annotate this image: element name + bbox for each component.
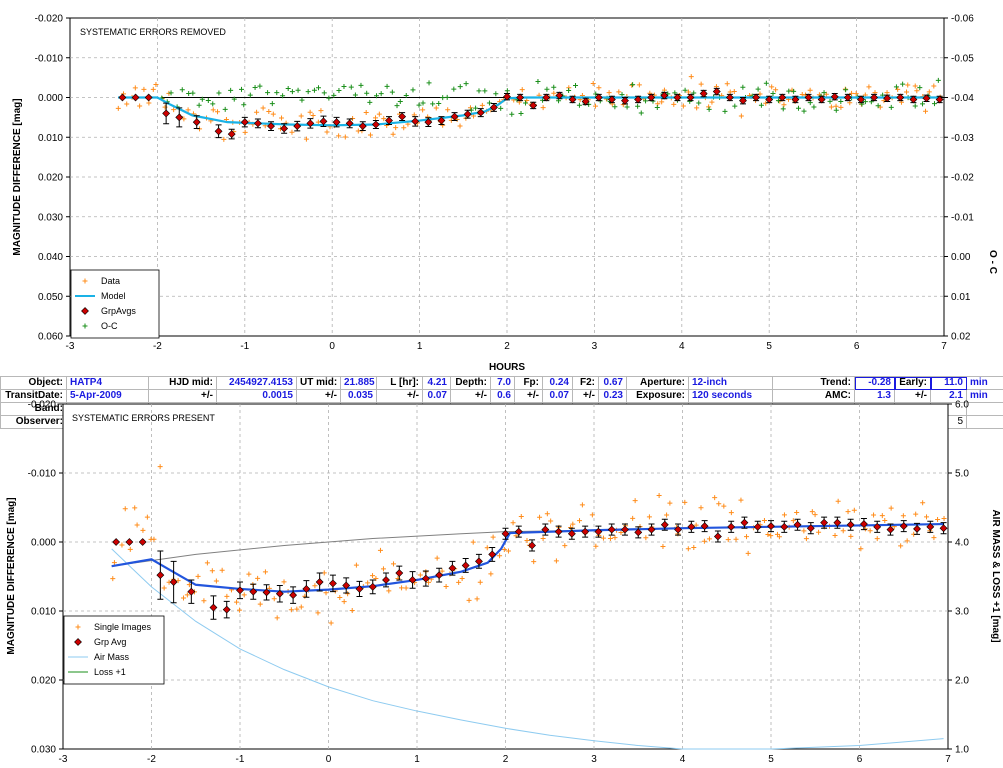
legend-label: Data [101,276,120,286]
x-tick-label: 2 [503,754,509,765]
y-tick-label: 0.010 [31,607,56,618]
y2-axis-label: O - C [987,250,998,274]
y2-tick-label: -0.02 [951,173,974,184]
x-tick-label: -2 [153,341,162,352]
chart-systematic-removed: -3 -2 -1 0 1 2 3 4 5 6 7 -0.020 -0.010 0.000 0.010 0.02… [12,14,998,374]
y2-tick-label: 5.0 [955,469,969,480]
y2-tick-label: 0.00 [951,252,971,263]
legend-label: O-C [101,321,118,331]
x-tick-label: 5 [766,341,772,352]
y2-tick-label: -0.01 [951,212,974,223]
y-tick-label: 0.010 [38,133,63,144]
y-tick-label: 0.000 [38,93,63,104]
x-tick-label: 3 [591,754,597,765]
x-tick-label: 2 [504,341,510,352]
y-tick-label: 0.020 [31,676,56,687]
y2-tick-label: -0.06 [951,14,974,25]
x-tick-label: 6 [854,341,860,352]
legend-label: Air Mass [94,652,130,662]
x-tick-label: 4 [680,754,686,765]
y2-tick-label: 2.0 [955,676,969,687]
y2-tick-label: -0.03 [951,133,974,144]
legend: Single Images Grp Avg Air Mass Loss +1 [63,615,165,685]
x-tick-label: -2 [147,754,156,765]
x-tick-label: 5 [768,754,774,765]
y2-tick-label: 3.0 [955,607,969,618]
x-tick-label: 6 [857,754,863,765]
chart-systematic-present: -3 -2 -1 0 1 2 3 4 5 6 7 -0.020 -0.010 0.000 0.010 0.02… [6,400,1001,766]
chart-subtitle: SYSTEMATIC ERRORS PRESENT [72,413,215,423]
y-tick-label: -0.010 [28,469,57,480]
legend-label: Model [101,291,126,301]
y2-tick-label: -0.04 [951,93,974,104]
legend: Data Model GrpAvgs O-C [70,269,160,339]
x-tick-label: 1 [417,341,423,352]
y2-tick-label: 0.02 [951,332,971,343]
x-tick-label: 3 [592,341,598,352]
y2-axis-label: AIR MASS & LOSS +1 [mag] [990,509,1001,642]
y-axis-label: MAGNITUDE DIFFERENCE [mag] [12,98,23,255]
legend-label: Loss +1 [94,667,126,677]
y2-tick-label: 0.01 [951,292,971,303]
chart-subtitle: SYSTEMATIC ERRORS REMOVED [80,27,226,37]
y-tick-label: 0.050 [38,292,63,303]
x-tick-label: -3 [59,754,68,765]
y-tick-label: -0.020 [28,400,57,411]
y2-tick-label: 4.0 [955,538,969,549]
y-tick-label: 0.040 [38,252,63,263]
x-tick-label: -1 [236,754,245,765]
x-tick-label: 7 [941,341,947,352]
y-tick-label: -0.010 [35,53,64,64]
y-axis-label: MAGNITUDE DIFFERENCE [mag] [6,497,17,654]
y2-tick-label: 6.0 [955,400,969,411]
legend-label: Grp Avg [94,637,126,647]
y-tick-label: 0.030 [31,745,56,756]
grid [69,17,945,337]
legend-label: Single Images [94,622,152,632]
y2-tick-label: 1.0 [955,745,969,756]
x-tick-label: 0 [326,754,332,765]
x-tick-label: -1 [240,341,249,352]
y2-tick-label: -0.05 [951,53,974,64]
x-tick-label: 0 [329,341,335,352]
x-tick-label: 4 [679,341,685,352]
y-tick-label: 0.030 [38,212,63,223]
y-tick-label: -0.020 [35,14,64,25]
y-tick-label: 0.020 [38,173,63,184]
legend-label: GrpAvgs [101,306,136,316]
x-axis-label: HOURS [489,362,525,373]
x-tick-label: -3 [66,341,75,352]
y-tick-label: 0.060 [38,332,63,343]
x-tick-label: 1 [414,754,420,765]
x-tick-label: 7 [945,754,951,765]
y-tick-label: 0.000 [31,538,56,549]
